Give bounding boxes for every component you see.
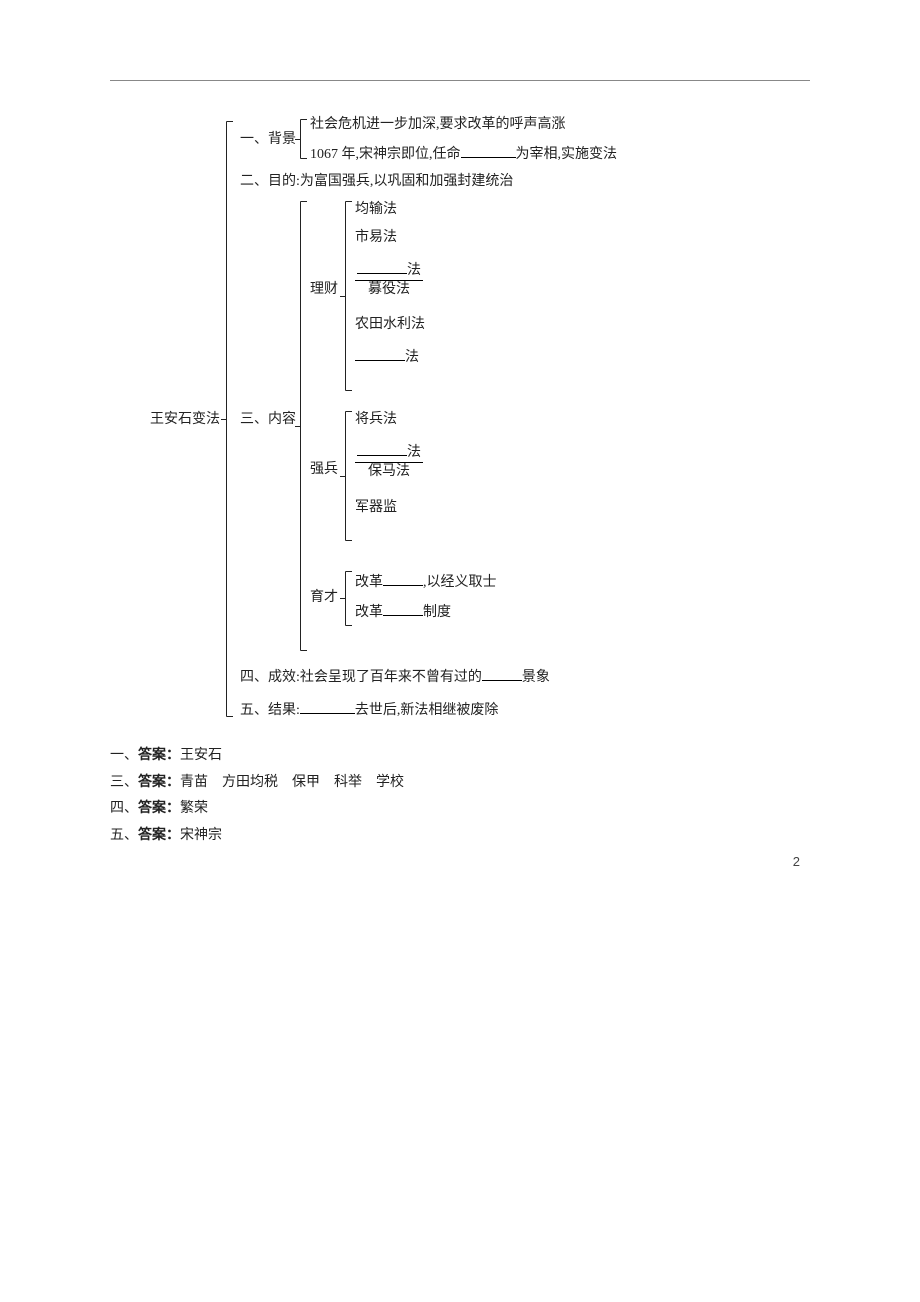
yucai-head: 育才 xyxy=(310,589,338,607)
qb-4: 军器监 xyxy=(355,499,397,517)
licai-6-suffix: 法 xyxy=(405,350,419,365)
sec1-head: 一、背景 xyxy=(240,131,296,149)
licai-frac-bot: 募役法 xyxy=(355,281,423,299)
yucai-l2: 改革 制度 xyxy=(355,601,451,622)
yucai-l1: 改革 ,以经义取士 xyxy=(355,571,497,592)
yucai-l1b: ,以经义取士 xyxy=(423,575,497,590)
yucai-l2b: 制度 xyxy=(423,605,451,620)
qb-frac: 法 保马法 xyxy=(355,441,423,481)
sec1-line2: 1067 年,宋神宗即位,任命 为宰相,实施变法 xyxy=(310,143,617,164)
yucai-l2a: 改革 xyxy=(355,605,383,620)
answer-4: 四、答案：繁荣 xyxy=(110,796,810,823)
a4-bold: 答案： xyxy=(138,801,180,816)
qb-frac-top-suffix: 法 xyxy=(407,445,421,460)
licai-5: 农田水利法 xyxy=(355,316,425,334)
a4-val: 繁荣 xyxy=(180,801,208,816)
brace-sec3 xyxy=(300,201,301,651)
blank-1 xyxy=(461,143,516,158)
sec5a: 五、结果: xyxy=(240,703,300,718)
sec1-line1: 社会危机进一步加深,要求改革的呼声高涨 xyxy=(310,116,566,134)
root-label: 王安石变法 xyxy=(150,411,220,429)
sec1-line2a: 1067 年,宋神宗即位,任命 xyxy=(310,147,461,162)
blank-sec5 xyxy=(300,699,355,714)
a5-bold: 答案： xyxy=(138,828,180,843)
sec5: 五、结果: 去世后,新法相继被废除 xyxy=(240,699,498,720)
blank-qb-top xyxy=(357,441,407,456)
tree-diagram: 王安石变法 一、背景 社会危机进一步加深,要求改革的呼声高涨 1067 年,宋神… xyxy=(150,111,810,731)
licai-1: 均输法 xyxy=(355,201,397,219)
blank-yucai-1 xyxy=(383,571,423,586)
a3-bold: 答案： xyxy=(138,775,180,790)
licai-frac-top-suffix: 法 xyxy=(407,263,421,278)
licai-2: 市易法 xyxy=(355,229,397,247)
blank-licai-top xyxy=(357,259,407,274)
sec5b: 去世后,新法相继被废除 xyxy=(355,703,499,718)
brace-sec1 xyxy=(300,119,301,159)
brace-qiangbing xyxy=(345,411,346,541)
sec2: 二、目的:为富国强兵,以巩固和加强封建统治 xyxy=(240,173,513,191)
qb-frac-bot: 保马法 xyxy=(355,463,423,481)
a1-label: 一、 xyxy=(110,748,138,763)
licai-6: 法 xyxy=(355,346,419,367)
sec3-head: 三、内容 xyxy=(240,411,296,429)
brace-root xyxy=(226,121,227,717)
a3-label: 三、 xyxy=(110,775,138,790)
page-number: 2 xyxy=(793,854,800,869)
sec4a: 四、成效:社会呈现了百年来不曾有过的 xyxy=(240,670,482,685)
qiangbing-head: 强兵 xyxy=(310,461,338,479)
a4-label: 四、 xyxy=(110,801,138,816)
brace-licai xyxy=(345,201,346,391)
answer-3: 三、答案：青苗 方田均税 保甲 科举 学校 xyxy=(110,770,810,797)
answers-block: 一、答案：王安石 三、答案：青苗 方田均税 保甲 科举 学校 四、答案：繁荣 五… xyxy=(110,743,810,849)
licai-frac: 法 募役法 xyxy=(355,259,423,299)
blank-sec4 xyxy=(482,666,522,681)
licai-head: 理财 xyxy=(310,281,338,299)
sec4: 四、成效:社会呈现了百年来不曾有过的 景象 xyxy=(240,666,550,687)
blank-licai-6 xyxy=(355,346,405,361)
answer-1: 一、答案：王安石 xyxy=(110,743,810,770)
blank-yucai-2 xyxy=(383,601,423,616)
a1-val: 王安石 xyxy=(180,748,222,763)
qb-1: 将兵法 xyxy=(355,411,397,429)
brace-yucai xyxy=(345,571,346,626)
sec1-line2b: 为宰相,实施变法 xyxy=(516,147,618,162)
sec4b: 景象 xyxy=(522,670,550,685)
a3-val: 青苗 方田均税 保甲 科举 学校 xyxy=(180,775,404,790)
answer-5: 五、答案：宋神宗 xyxy=(110,823,810,850)
a1-bold: 答案： xyxy=(138,748,180,763)
yucai-l1a: 改革 xyxy=(355,575,383,590)
a5-val: 宋神宗 xyxy=(180,828,222,843)
a5-label: 五、 xyxy=(110,828,138,843)
